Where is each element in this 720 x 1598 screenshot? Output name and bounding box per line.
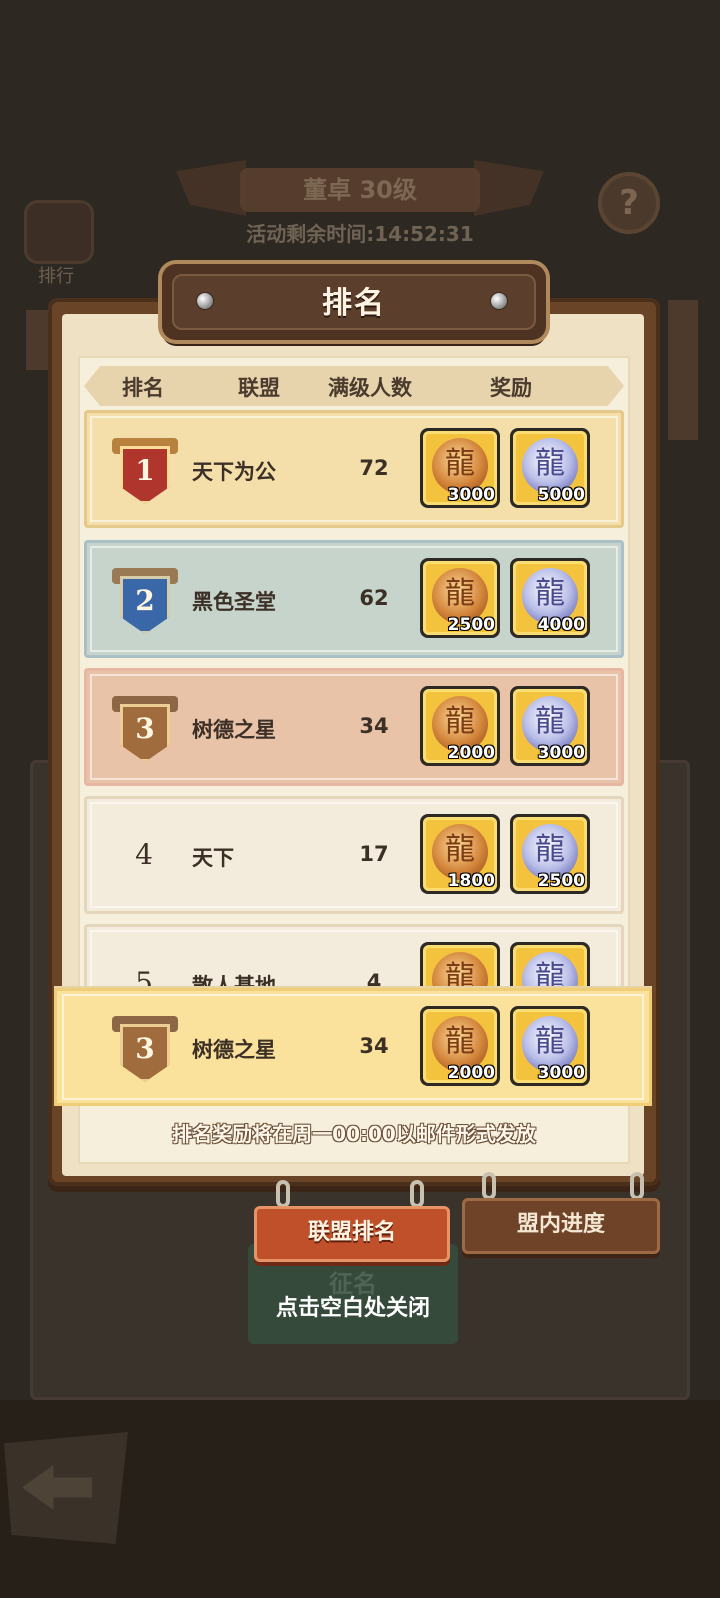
boss-banner: 董卓 30级 [240,168,480,212]
rope-icon [482,1172,496,1200]
max-level-count: 34 [359,714,389,738]
rank-3-badge-icon: 3 [112,694,178,764]
rope-icon [410,1180,424,1208]
silver-reward-item[interactable]: 龍 5000 [510,428,590,508]
max-level-count: 17 [359,842,389,866]
own-alliance-row: 3 树德之星 34 龍 2000 龍 3000 [54,988,652,1106]
reward-notice: 排名奖励将在周一00:00以邮件形式发放 [172,1122,536,1146]
banner-wing-left [176,160,246,216]
reward-quantity: 4000 [537,615,585,635]
rank-2-badge-icon: 2 [112,566,178,636]
rank-number: 3 [135,712,155,745]
gold-reward-item[interactable]: 龍 1800 [420,814,500,894]
reward-quantity: 1800 [447,871,495,891]
ranking-row: 4 天下 17 龍 1800 龍 2500 [84,796,624,914]
gold-reward-item[interactable]: 龍 2000 [420,1006,500,1086]
alliance-name: 树德之星 [192,1038,276,1062]
header-max-level-count: 满级人数 [328,376,412,400]
ranking-row: 2 黑色圣堂 62 龍 2500 龍 4000 [84,540,624,658]
silver-reward-item[interactable]: 龍 4000 [510,558,590,638]
side-decoration-right [668,300,698,440]
alliance-name: 天下为公 [192,460,276,484]
reward-quantity: 5000 [537,485,585,505]
alliance-name: 天下 [192,846,234,870]
rank-number: 3 [135,1032,155,1065]
reward-quantity: 2000 [447,1063,495,1083]
side-decoration-left [26,310,50,370]
max-level-count: 62 [359,586,389,610]
max-level-count: 34 [359,1034,389,1058]
gold-reward-item[interactable]: 龍 2500 [420,558,500,638]
rank-number: 4 [135,838,153,871]
rope-icon [276,1180,290,1208]
max-level-count: 72 [359,456,389,480]
event-timer: 活动剩余时间:14:52:31 [246,222,474,246]
rank-3-badge-icon: 3 [112,1014,178,1084]
leaderboard-icon [24,200,94,264]
modal-title: 排名 [322,286,386,321]
reward-quantity: 3000 [447,485,495,505]
close-hint[interactable]: 点击空白处关闭 [248,1290,458,1322]
tab-alliance-progress[interactable]: 盟内进度 [462,1198,660,1254]
header-reward: 奖励 [490,376,532,400]
header-rank: 排名 [122,376,164,400]
alliance-name: 黑色圣堂 [192,590,276,614]
reward-quantity: 3000 [537,1063,585,1083]
silver-reward-item[interactable]: 龍 2500 [510,814,590,894]
rank-number: 1 [135,454,155,487]
silver-reward-item[interactable]: 龍 3000 [510,686,590,766]
gold-reward-item[interactable]: 龍 3000 [420,428,500,508]
silver-reward-item[interactable]: 龍 3000 [510,1006,590,1086]
alliance-name: 树德之星 [192,718,276,742]
rope-icon [630,1172,644,1200]
reward-quantity: 2500 [447,615,495,635]
ranking-row: 3 树德之星 34 龍 2000 龍 3000 [84,668,624,786]
help-icon: ? [598,172,660,234]
tab-alliance-ranking[interactable]: 联盟排名 [254,1206,450,1262]
reward-quantity: 2000 [447,743,495,763]
reward-quantity: 3000 [537,743,585,763]
ranking-row: 1 天下为公 72 龍 3000 龍 5000 [84,410,624,528]
leaderboard-label: 排行 [38,266,74,287]
header-alliance: 联盟 [238,376,280,400]
reward-quantity: 2500 [537,871,585,891]
rank-1-badge-icon: 1 [112,436,178,506]
banner-wing-right [474,160,544,216]
gold-reward-item[interactable]: 龍 2000 [420,686,500,766]
rank-number: 2 [135,584,155,617]
